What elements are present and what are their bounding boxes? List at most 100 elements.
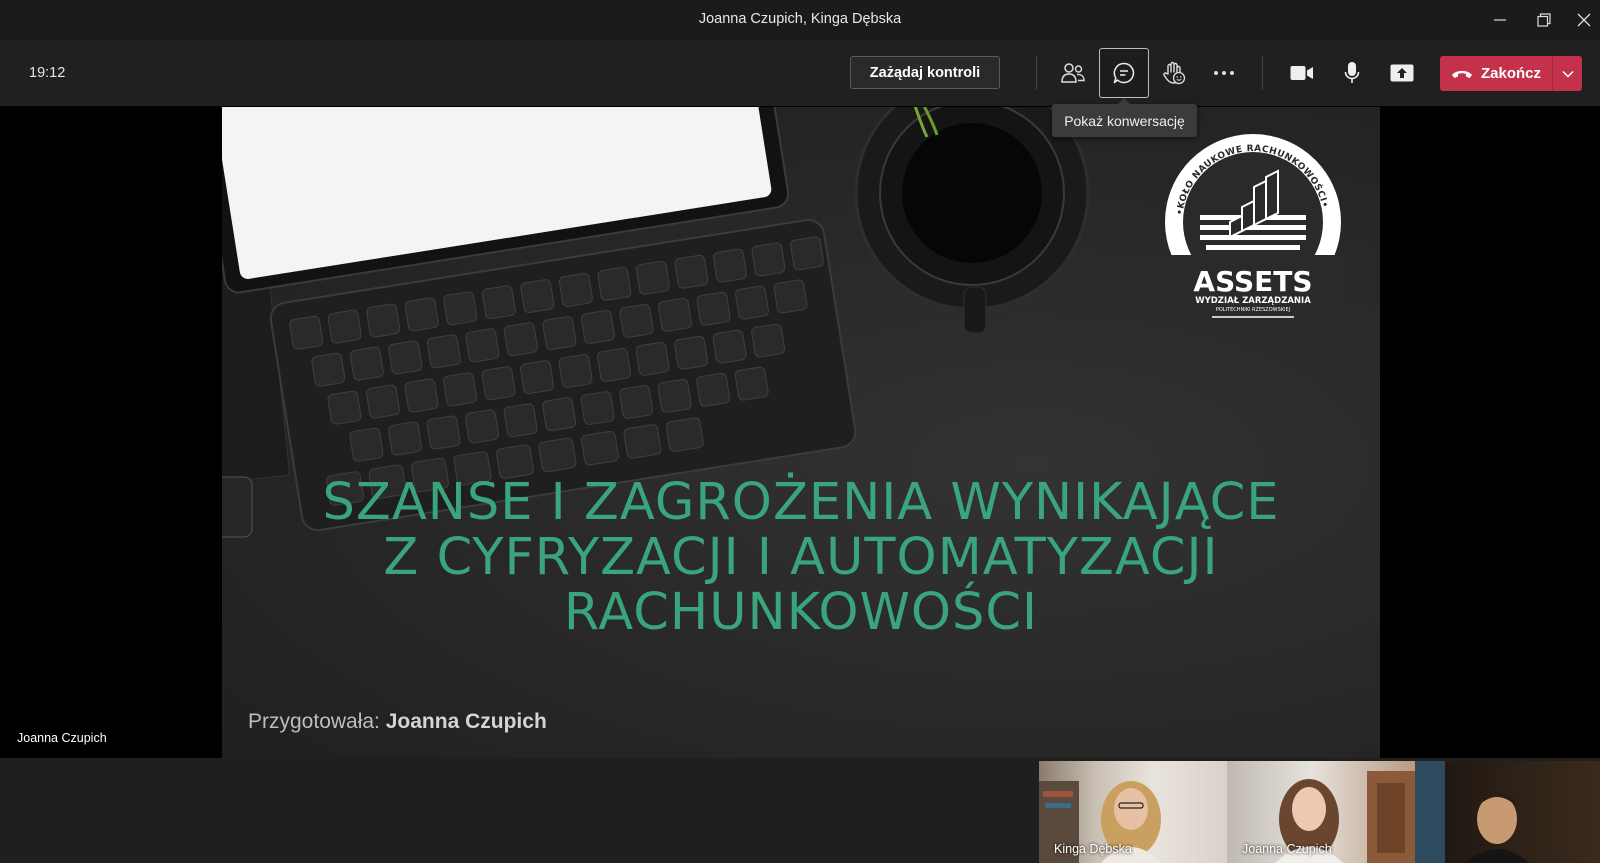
close-icon [1577, 13, 1591, 27]
keyboard-key [366, 303, 401, 338]
keyboard-key [712, 329, 747, 364]
slide-title-line: RACHUNKOWOŚCI [563, 583, 1039, 642]
camera-icon [1290, 66, 1313, 80]
keyboard-key [520, 360, 554, 395]
toolbar-divider [1262, 56, 1263, 90]
keyboard-key [349, 346, 384, 381]
keyboard-key [657, 378, 692, 413]
presenter-name: Joanna Czupich [17, 731, 107, 745]
keyboard-key [503, 403, 538, 438]
keyboard-key [542, 397, 577, 432]
participants-button[interactable] [1048, 48, 1098, 98]
keyboard-key [665, 417, 704, 452]
keyboard-key [773, 279, 808, 314]
logo-name: ASSETS [1193, 265, 1312, 298]
hang-up-icon [1451, 70, 1472, 78]
end-call-options-button[interactable] [1553, 56, 1582, 91]
presentation-slide: •KOŁO NAUKOWE RACHUNKOWOŚCI• ASSETS WYDZ… [222, 107, 1380, 758]
toolbar-divider [1036, 56, 1037, 90]
keyboard-key [465, 328, 500, 363]
prepared-by-name: Joanna Czupich [385, 710, 547, 733]
keyboard-key [558, 354, 593, 388]
keyboard-key [734, 366, 769, 401]
tooltip-show-conversation: Pokaż konwersację [1052, 98, 1197, 137]
keyboard-key [465, 409, 499, 444]
meeting-timer: 19:12 [29, 65, 66, 81]
people-icon [1061, 63, 1085, 83]
participant-tile[interactable]: Joanna Czupich [1227, 761, 1415, 863]
keyboard-key [751, 323, 786, 358]
restore-button[interactable] [1528, 6, 1560, 34]
keyboard-key [311, 352, 346, 387]
keyboard-key [520, 279, 555, 314]
request-control-button[interactable]: Zażądaj kontroli [850, 56, 1000, 89]
close-button[interactable] [1568, 6, 1600, 34]
keyboard-key [581, 430, 619, 466]
keyboard-key [481, 366, 516, 401]
keyboard-key [696, 372, 731, 407]
end-call-label: Zakończ [1480, 65, 1541, 82]
keyboard-key [443, 372, 477, 407]
keyboard-key [635, 260, 670, 295]
camera-button[interactable] [1277, 48, 1327, 98]
keyboard-key [696, 291, 731, 326]
keyboard-key [558, 273, 593, 307]
keyboard-key [538, 437, 577, 473]
end-call-main[interactable]: Zakończ [1440, 56, 1552, 91]
keyboard-key [623, 424, 662, 459]
restore-icon [1537, 13, 1551, 27]
raise-hand-button[interactable] [1149, 48, 1199, 98]
keyboard-key [542, 316, 577, 351]
keyboard-key [443, 291, 478, 326]
keyboard-key [289, 315, 324, 350]
participant-name: Joanna Czupich [1242, 842, 1332, 856]
prepared-by-label: Przygotowała: [248, 710, 380, 733]
keyboard-key [503, 322, 538, 357]
keyboard-key [597, 348, 632, 382]
raise-hand-icon [1163, 61, 1186, 85]
keyboard-key [327, 309, 362, 344]
participant-tile[interactable] [1415, 761, 1600, 863]
minimize-button[interactable] [1484, 6, 1516, 34]
more-options-button[interactable] [1199, 48, 1249, 98]
keyboard-key [327, 390, 362, 425]
microphone-icon [1344, 62, 1360, 83]
keyboard-key [635, 341, 670, 376]
keyboard-key [388, 421, 422, 456]
keyboard-key [597, 266, 632, 301]
slide-title-line: SZANSE I ZAGROŻENIA WYNIKAJĄCE [322, 473, 1280, 532]
minimize-icon [1494, 19, 1506, 21]
keyboard-key [619, 303, 654, 338]
keyboard-key [619, 385, 654, 419]
chat-icon [1113, 62, 1135, 84]
keyboard-key [349, 427, 384, 462]
window-title: Joanna Czupich, Kinga Dębska [698, 11, 902, 27]
title-bar: Joanna Czupich, Kinga Dębska [0, 0, 1600, 40]
meeting-toolbar: 19:12 Zażądaj kontroli Zakończ [0, 40, 1600, 106]
keyboard-key [404, 297, 439, 332]
keyboard-key [426, 334, 461, 369]
keyboard-key [580, 391, 615, 426]
show-conversation-button[interactable] [1099, 48, 1149, 98]
keyboard-key [658, 297, 692, 332]
keyboard-key [735, 285, 769, 320]
keyboard-key [404, 378, 439, 413]
slide-title: SZANSE I ZAGROŻENIA WYNIKAJĄCE Z CYFRYZA… [222, 475, 1380, 640]
keyboard-key [713, 248, 747, 283]
end-call-button[interactable]: Zakończ [1440, 56, 1582, 91]
share-screen-icon [1390, 64, 1414, 82]
more-options-icon [1214, 71, 1234, 75]
share-screen-button[interactable] [1377, 48, 1427, 98]
svg-text:POLITECHNIKI RZESZOWSKIEJ: POLITECHNIKI RZESZOWSKIEJ [1216, 307, 1290, 313]
prepared-by: Przygotowała: Joanna Czupich [248, 710, 547, 734]
keyboard-key [580, 310, 615, 344]
keyboard-key [674, 254, 709, 289]
keyboard-key [481, 285, 516, 320]
keyboard-key [388, 340, 423, 375]
keyboard-key [366, 384, 400, 419]
keyboard-key [674, 335, 709, 370]
participant-tile[interactable]: Kinga Dębska [1039, 761, 1227, 863]
microphone-button[interactable] [1327, 48, 1377, 98]
chevron-down-icon [1561, 70, 1574, 78]
slide-title-line: Z CYFRYZACJI I AUTOMATYZACJI [383, 528, 1219, 587]
